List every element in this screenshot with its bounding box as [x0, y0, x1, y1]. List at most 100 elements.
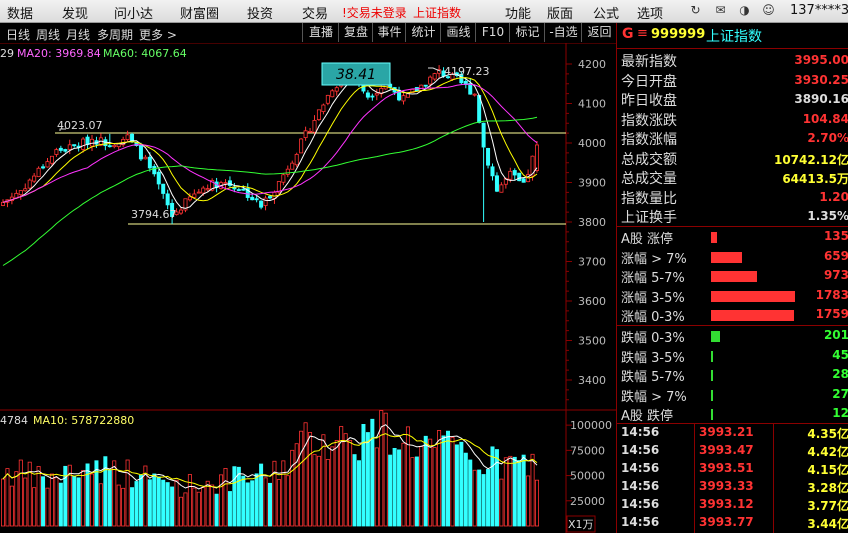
- volume-bar: [72, 475, 77, 527]
- candle-body: [499, 184, 504, 193]
- candle-body: [112, 144, 117, 148]
- volume-bar: [245, 482, 250, 527]
- user-account[interactable]: 137****319: [790, 3, 848, 18]
- period-multi[interactable]: 多周期: [97, 26, 133, 43]
- volume-bar: [112, 460, 117, 527]
- period-weekly[interactable]: 周线: [36, 26, 60, 43]
- candle-body: [401, 95, 406, 102]
- candle-body: [152, 166, 157, 175]
- refresh-icon[interactable]: ↻: [688, 3, 703, 18]
- current-index-name[interactable]: 上证指数: [413, 4, 461, 21]
- candle-body: [316, 109, 321, 121]
- volume-tick-label: 50000: [570, 470, 605, 483]
- high-annotation: 4197.23: [444, 65, 490, 78]
- quote-value: 1.35%: [807, 209, 848, 223]
- breadth-up-label: 涨幅 5-7%: [621, 271, 685, 286]
- message-icon[interactable]: ✉: [713, 3, 728, 18]
- volume-bar: [9, 485, 14, 527]
- volume-tick-label: 25000: [570, 495, 605, 508]
- replay-button[interactable]: 复盘: [338, 23, 373, 42]
- menu-discover[interactable]: 发现: [62, 3, 88, 22]
- menu-trade[interactable]: 交易: [302, 3, 328, 22]
- candle-body: [259, 200, 264, 208]
- volume-bar: [76, 477, 81, 527]
- tick-column-separator: [694, 424, 695, 533]
- menu-formula[interactable]: 公式: [593, 3, 619, 22]
- draw-line-button[interactable]: 画线: [440, 23, 476, 42]
- volume-bar: [232, 466, 237, 527]
- volume-bar: [530, 453, 535, 527]
- skin-icon[interactable]: ◑: [737, 3, 752, 18]
- quote-value: 64413.5万: [782, 172, 848, 186]
- volume-bar: [192, 487, 197, 527]
- volume-bar: [121, 487, 126, 527]
- menu-wealth[interactable]: 财富圈: [180, 3, 219, 22]
- volume-bar: [54, 477, 59, 527]
- volume-bar: [383, 412, 388, 527]
- volume-bar: [272, 460, 277, 527]
- breadth-up-count: 1759: [815, 307, 848, 321]
- back-button[interactable]: 返回: [581, 23, 617, 42]
- volume-bar: [343, 433, 348, 527]
- period-daily[interactable]: 日线: [6, 26, 30, 43]
- breadth-down-label: 跌幅 0-3%: [621, 331, 685, 346]
- stats-button[interactable]: 统计: [405, 23, 441, 42]
- menu-function[interactable]: 功能: [505, 3, 531, 22]
- trade-login-warning[interactable]: !交易未登录: [342, 4, 407, 21]
- quote-label: 总成交量: [621, 171, 677, 187]
- candle-body: [419, 84, 424, 91]
- menu-data[interactable]: 数据: [7, 3, 33, 22]
- candle-body: [196, 191, 201, 194]
- menu-layout[interactable]: 版面: [547, 3, 573, 22]
- volume-bar: [468, 459, 473, 527]
- kline-chart[interactable]: 4200 4100 4000 3900 3800 3700 3600 3500 3400 100…: [0, 43, 616, 533]
- volume-bar: [196, 491, 201, 527]
- candle-body: [521, 178, 526, 183]
- f10-button[interactable]: F10: [475, 23, 510, 42]
- menu-invest[interactable]: 投资: [247, 3, 273, 22]
- tick-price: 3993.21: [699, 425, 754, 439]
- candle-body: [223, 182, 228, 185]
- tick-time: 14:56: [621, 425, 660, 439]
- quote-value: 3930.25: [794, 72, 848, 87]
- remove-watchlist-button[interactable]: -自选: [544, 23, 582, 42]
- volume-bar: [161, 479, 166, 527]
- live-button[interactable]: 直播: [302, 23, 339, 42]
- events-button[interactable]: 事件: [372, 23, 406, 42]
- volume-bar: [521, 454, 526, 527]
- period-more[interactable]: 更多 >: [139, 26, 177, 43]
- volume-bar: [290, 449, 295, 527]
- candle-body: [263, 197, 268, 206]
- volume-bar: [423, 435, 428, 527]
- volume-bar: [348, 440, 353, 527]
- info-title-row: G ≡ 999999 上证指数: [617, 24, 848, 46]
- volume-bar: [472, 469, 477, 527]
- user-icon[interactable]: ☺: [761, 3, 776, 18]
- tick-price: 3993.77: [699, 515, 754, 529]
- volume-bar: [499, 478, 504, 527]
- quote-label: 指数量比: [621, 190, 677, 207]
- candle-body: [49, 155, 54, 164]
- breadth-down-bar: [711, 370, 713, 381]
- breadth-up-count: 973: [823, 268, 848, 282]
- price-tick-label: 3400: [578, 374, 606, 387]
- menu-ask[interactable]: 问小达: [114, 3, 153, 22]
- volume-bar: [503, 457, 508, 527]
- candle-body: [490, 166, 495, 177]
- crosshair-value: 38.41: [336, 67, 376, 83]
- candle-body: [308, 130, 313, 133]
- period-monthly[interactable]: 月线: [66, 26, 90, 43]
- volume-bar: [365, 432, 370, 527]
- candle-body: [285, 168, 290, 175]
- volume-tick-label: 75000: [570, 444, 605, 457]
- volume-bar: [454, 444, 459, 527]
- menu-options[interactable]: 选项: [637, 3, 663, 22]
- mark-button[interactable]: 标记: [509, 23, 545, 42]
- candle-body: [227, 180, 232, 186]
- tick-time: 14:56: [621, 515, 660, 529]
- breadth-down-count: 27: [832, 386, 848, 401]
- index-title: 上证指数: [706, 29, 762, 45]
- breadth-up-count: 659: [823, 248, 848, 263]
- volume-bar: [32, 487, 37, 527]
- menu-lines-icon[interactable]: ≡: [637, 26, 648, 41]
